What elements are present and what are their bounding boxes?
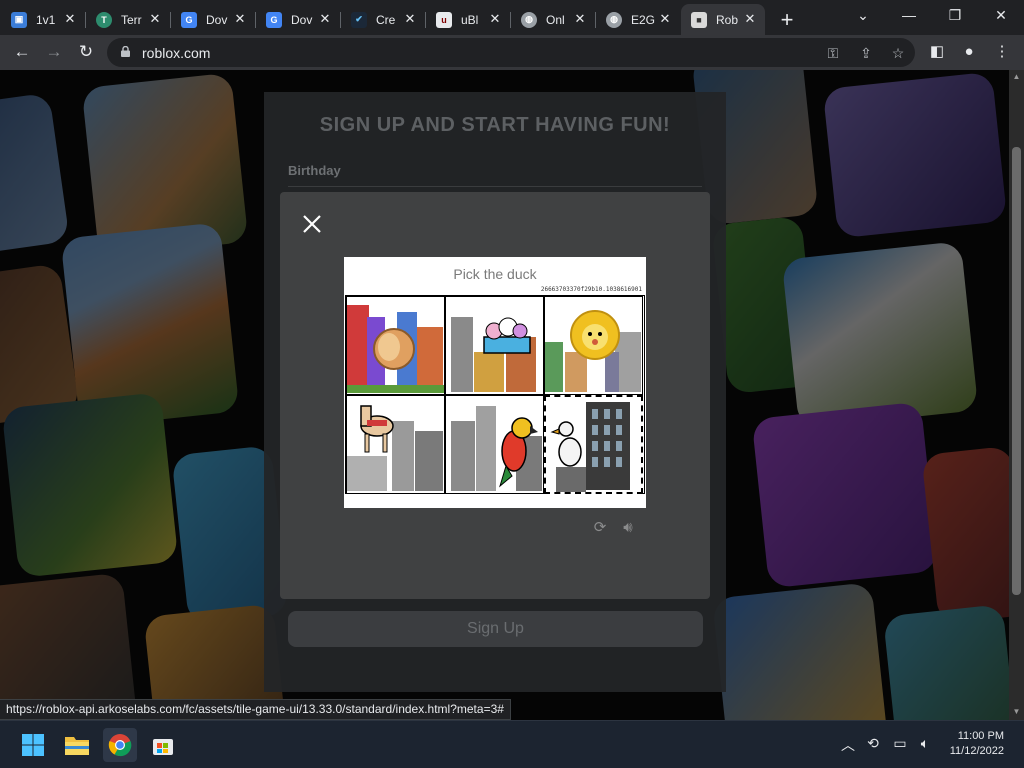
browser-tab-active[interactable]: ■ Rob ✕: [681, 4, 765, 35]
back-arrow-icon[interactable]: ←: [8, 38, 36, 66]
close-icon[interactable]: [302, 214, 322, 234]
menu-kebab-icon[interactable]: ⋮: [989, 39, 1015, 65]
new-tab-button[interactable]: +: [773, 7, 801, 35]
close-tab-icon[interactable]: ✕: [403, 12, 417, 26]
bread-tile-image: [347, 305, 444, 393]
steam-favicon-icon: ✔: [351, 11, 367, 28]
duck-tile-image: [550, 402, 630, 492]
system-clock[interactable]: 11:00 PM 11/12/2022: [934, 729, 1004, 759]
scroll-down-arrow-icon[interactable]: ▼: [1012, 707, 1021, 716]
clock-time: 11:00 PM: [957, 730, 1004, 742]
browser-tab[interactable]: ◍ Onl ✕: [511, 4, 596, 35]
volume-icon[interactable]: 🔈︎: [915, 735, 935, 752]
birthday-label: Birthday: [288, 163, 341, 178]
captcha-prompt: Pick the duck: [453, 266, 537, 282]
browser-tab[interactable]: G Dov ✕: [171, 4, 256, 35]
start-icon[interactable]: [16, 728, 50, 762]
browser-toolbar: ← → ↻ roblox.com ⚿ ⇪ ☆ ◧ ● ⋮: [0, 35, 1024, 70]
close-window-button[interactable]: ✕: [978, 0, 1024, 30]
windows-taskbar: ︿ ⟲ ▭ 🔈︎ 11:00 PM 11/12/2022: [0, 720, 1024, 768]
side-panel-icon[interactable]: ◧: [924, 39, 950, 65]
key-icon[interactable]: ⚿: [823, 43, 843, 63]
browser-tab[interactable]: u uBl ✕: [426, 4, 511, 35]
file-explorer-icon[interactable]: [60, 728, 94, 762]
ublock-favicon-icon: u: [436, 11, 452, 28]
signup-heading: SIGN UP AND START HAVING FUN!: [319, 114, 671, 136]
url-text: roblox.com: [142, 45, 211, 61]
globe-favicon-icon: ◍: [606, 11, 622, 28]
forward-arrow-icon[interactable]: →: [40, 38, 68, 66]
captcha-tile-bread[interactable]: [346, 296, 445, 395]
share-icon[interactable]: ⇪: [856, 43, 876, 63]
browser-tab[interactable]: ✔ Cre ✕: [341, 4, 426, 35]
birthday-selects[interactable]: [288, 186, 702, 190]
chrome-icon[interactable]: [103, 728, 137, 762]
profile-icon[interactable]: ●: [956, 39, 982, 65]
sync-icon[interactable]: ⟲: [863, 735, 883, 752]
scroll-up-arrow-icon[interactable]: ▲: [1012, 72, 1021, 81]
google-docs-favicon-icon: G: [266, 11, 282, 28]
roblox-favicon-icon: ■: [691, 11, 707, 28]
captcha-tile-ice-cream[interactable]: [445, 296, 544, 395]
close-tab-icon[interactable]: ✕: [658, 12, 672, 26]
status-url-bar: https://roblox-api.arkoselabs.com/fc/ass…: [0, 699, 511, 720]
parrot-tile-image: [451, 406, 542, 491]
captcha-modal: Pick the duck 26663703370f29b10.10386169…: [280, 192, 710, 599]
network-icon[interactable]: ▭: [890, 735, 910, 752]
reload-icon[interactable]: ↻: [72, 38, 100, 66]
close-tab-icon[interactable]: ✕: [148, 12, 162, 26]
game-favicon-icon: ▣: [11, 11, 27, 28]
page-viewport: SIGN UP AND START HAVING FUN! Birthday S…: [0, 70, 1009, 721]
ice-cream-tile-image: [451, 317, 536, 392]
close-tab-icon[interactable]: ✕: [743, 12, 757, 26]
minimize-button[interactable]: —: [886, 0, 932, 30]
sign-up-button[interactable]: Sign Up: [288, 611, 703, 647]
tab-label: Cre: [376, 12, 396, 27]
captcha-token: 26663703370f29b10.1038616901: [540, 286, 642, 293]
audio-captcha-icon[interactable]: 🔊︎: [619, 519, 637, 537]
captcha-tile-grid: [345, 295, 645, 494]
address-bar[interactable]: roblox.com ⚿ ⇪ ☆: [107, 38, 915, 67]
tab-label: 1v1: [36, 12, 56, 27]
tab-label: uBl: [461, 12, 479, 27]
tab-label: Rob: [716, 12, 739, 27]
lion-tile-image: [545, 310, 641, 392]
refresh-captcha-icon[interactable]: ⟳: [591, 519, 609, 537]
page-scrollbar[interactable]: ▲ ▼: [1009, 70, 1024, 721]
captcha-tile-parrot[interactable]: [445, 395, 544, 494]
lock-icon: [121, 46, 130, 57]
captcha-frame: Pick the duck 26663703370f29b10.10386169…: [344, 257, 646, 508]
tab-label: E2G: [631, 12, 656, 27]
tab-label: Terr: [121, 12, 142, 27]
bookmark-star-icon[interactable]: ☆: [888, 43, 908, 63]
close-tab-icon[interactable]: ✕: [318, 12, 332, 26]
tab-label: Dov: [291, 12, 313, 27]
close-tab-icon[interactable]: ✕: [233, 12, 247, 26]
restore-button[interactable]: ❐: [932, 0, 978, 30]
close-tab-icon[interactable]: ✕: [573, 12, 587, 26]
tab-search-icon[interactable]: ⌄: [840, 0, 886, 30]
globe-favicon-icon: ◍: [521, 11, 537, 28]
store-icon[interactable]: [146, 728, 180, 762]
terraria-favicon-icon: T: [96, 11, 112, 28]
close-tab-icon[interactable]: ✕: [488, 12, 502, 26]
horse-tile-image: [347, 405, 443, 491]
browser-tab[interactable]: ◍ E2G ✕: [596, 4, 680, 35]
scrollbar-thumb[interactable]: [1012, 147, 1021, 595]
browser-tab[interactable]: T Terr ✕: [86, 4, 171, 35]
google-docs-favicon-icon: G: [181, 11, 197, 28]
tab-label: Onl: [546, 12, 565, 27]
captcha-tile-horse[interactable]: [346, 395, 445, 494]
browser-tab[interactable]: G Dov ✕: [256, 4, 341, 35]
browser-tab[interactable]: ▣ 1v1 ✕: [1, 4, 86, 35]
chevron-up-icon[interactable]: ︿: [838, 735, 858, 755]
close-tab-icon[interactable]: ✕: [63, 12, 77, 26]
captcha-tile-duck[interactable]: [544, 395, 643, 494]
tab-label: Dov: [206, 12, 228, 27]
clock-date: 11/12/2022: [949, 745, 1004, 757]
captcha-tile-lion[interactable]: [544, 296, 643, 395]
